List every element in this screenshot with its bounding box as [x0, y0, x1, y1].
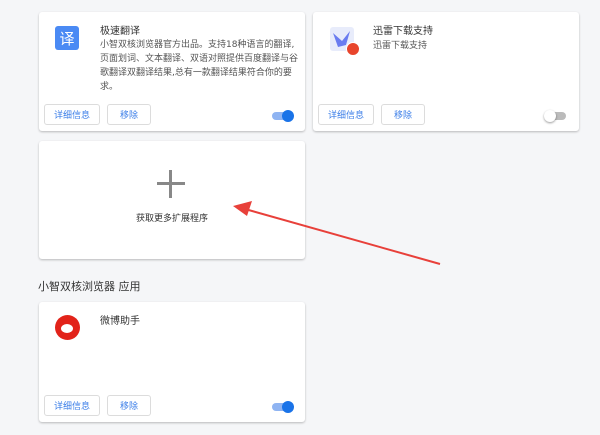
annotation-arrow: [233, 201, 441, 265]
